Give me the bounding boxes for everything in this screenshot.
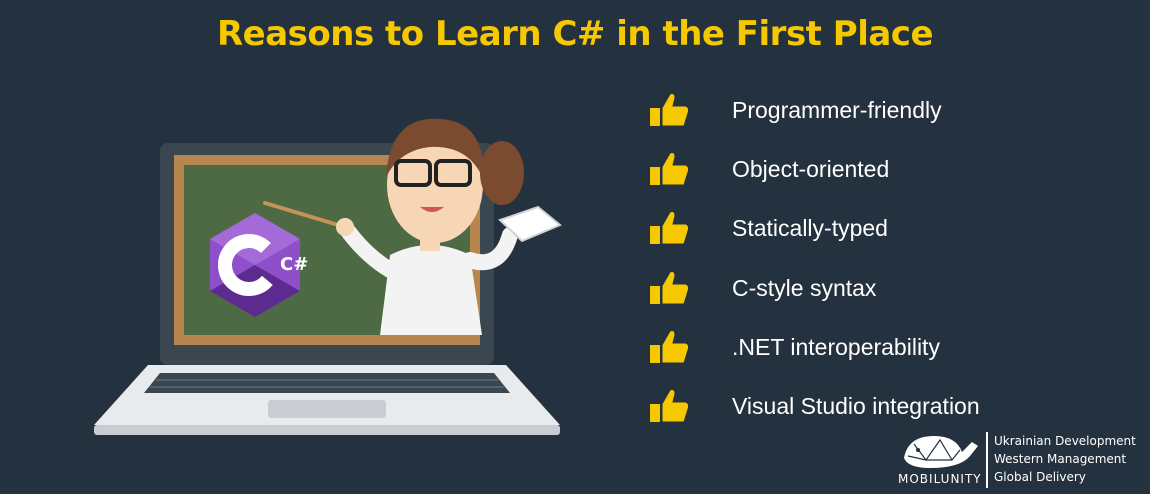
brand-name: MOBILUNITY	[898, 472, 982, 486]
reason-label: Statically-typed	[732, 214, 888, 241]
thumbs-up-icon	[650, 152, 690, 186]
thumbs-up-icon	[650, 211, 690, 245]
tagline: Western Management	[994, 452, 1127, 466]
brand-taglines: Ukrainian Development Western Management…	[994, 432, 1136, 486]
laptop-base-edge	[94, 425, 560, 435]
list-item: Statically-typed	[648, 206, 1068, 250]
list-item: C-style syntax	[648, 266, 1068, 310]
logo-divider	[986, 432, 988, 488]
reason-label: Programmer-friendly	[732, 96, 942, 123]
thumbs-up-icon	[650, 330, 690, 364]
laptop-touchpad	[268, 400, 386, 418]
thumbs-up-icon	[650, 389, 690, 423]
thumbs-up-icon	[650, 271, 690, 305]
tagline: Global Delivery	[994, 470, 1086, 484]
reason-label: C-style syntax	[732, 274, 877, 301]
csharp-logo-text: C#	[280, 254, 308, 275]
laptop-teacher-illustration: C#	[94, 118, 562, 435]
list-item: Visual Studio integration	[648, 384, 1068, 428]
tagline: Ukrainian Development	[994, 434, 1136, 448]
reason-label: Object-oriented	[732, 155, 890, 182]
laptop-keyboard	[144, 373, 510, 393]
page-title: Reasons to Learn C# in the First Place	[216, 14, 934, 54]
reason-label: Visual Studio integration	[732, 392, 980, 419]
brand-logo: MOBILUNITY Ukrainian Development Western…	[898, 428, 1148, 490]
reason-label: .NET interoperability	[732, 333, 940, 360]
list-item: Programmer-friendly	[648, 88, 1068, 132]
list-item: .NET interoperability	[648, 325, 1068, 369]
whale-icon	[904, 436, 978, 468]
list-item: Object-oriented	[648, 147, 1068, 191]
thumbs-up-icon	[650, 93, 690, 127]
